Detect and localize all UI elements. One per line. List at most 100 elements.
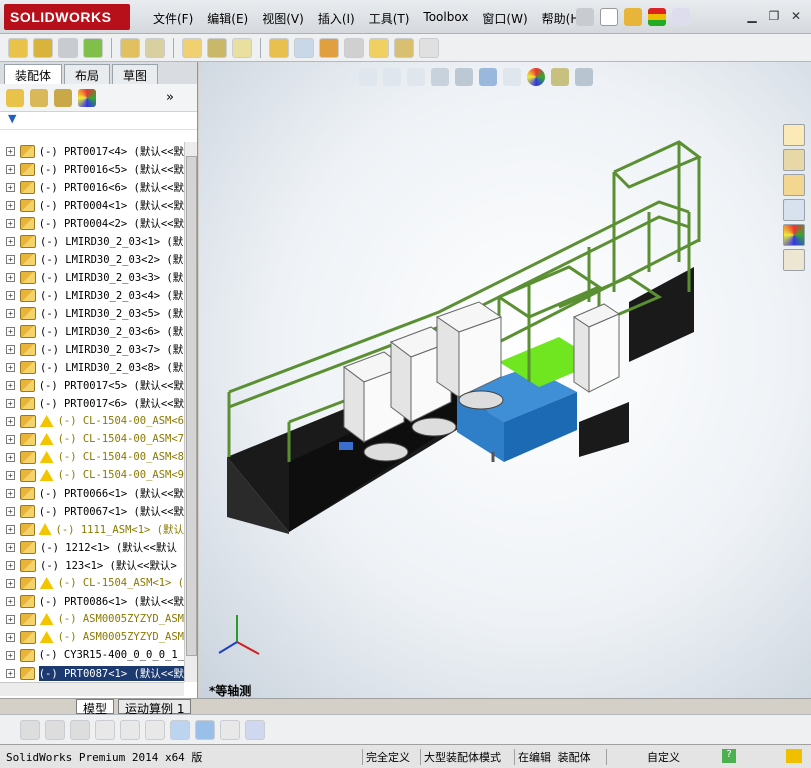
- expand-toggle-icon[interactable]: +: [6, 488, 15, 498]
- expand-toggle-icon[interactable]: +: [6, 542, 15, 552]
- explode-line-icon[interactable]: [344, 37, 364, 58]
- expand-toggle-icon[interactable]: +: [6, 668, 15, 678]
- tree-vertical-scrollbar[interactable]: [184, 142, 197, 682]
- view-palette-icon[interactable]: [783, 199, 805, 221]
- expand-toggle-icon[interactable]: +: [6, 290, 15, 300]
- mate-icon[interactable]: [33, 37, 53, 58]
- tree-item[interactable]: + (-) ASM0005ZYZYD_ASM: [0, 628, 184, 646]
- tree-item[interactable]: + (-) ASM0005ZYZYD_ASM: [0, 610, 184, 628]
- tree-item[interactable]: + (-) CL-1504-00_ASM<7: [0, 430, 184, 448]
- save-icon[interactable]: [245, 719, 265, 740]
- expand-toggle-icon[interactable]: +: [6, 596, 15, 606]
- close-icon[interactable]: ✕: [787, 8, 805, 24]
- menu-tools[interactable]: 工具(T): [362, 10, 417, 27]
- expand-toggle-icon[interactable]: +: [6, 380, 15, 390]
- tree-item[interactable]: + (-) PRT0066<1> (默认<<默: [0, 484, 184, 502]
- new-document-icon[interactable]: [600, 8, 618, 26]
- graphics-viewport[interactable]: *等轴测: [199, 62, 811, 700]
- tree-item[interactable]: + (-) LMIRD30_2_03<2> (默: [0, 250, 184, 268]
- expand-toggle-icon[interactable]: +: [6, 470, 15, 480]
- filter-icon[interactable]: ▼: [8, 112, 16, 125]
- status-units[interactable]: 自定义: [606, 749, 716, 765]
- display-manager-icon[interactable]: [78, 88, 96, 107]
- expand-panel-icon[interactable]: »: [166, 90, 174, 105]
- assembly-features-icon[interactable]: [207, 37, 227, 58]
- tab-model[interactable]: 模型: [76, 699, 115, 716]
- tree-item[interactable]: + (-) LMIRD30_2_03<8> (默: [0, 358, 184, 376]
- open-folder-icon[interactable]: [624, 8, 642, 26]
- feature-manager-icon[interactable]: [6, 88, 24, 107]
- linear-pattern-icon[interactable]: [83, 37, 103, 58]
- expand-toggle-icon[interactable]: +: [6, 200, 15, 210]
- menu-view[interactable]: 视图(V): [255, 10, 311, 27]
- tree-item[interactable]: + (-) CL-1504_ASM<1> (: [0, 574, 184, 592]
- reference-geometry-icon[interactable]: [232, 37, 252, 58]
- expand-toggle-icon[interactable]: +: [6, 434, 15, 444]
- interference-icon[interactable]: [369, 37, 389, 58]
- expand-toggle-icon[interactable]: +: [6, 182, 15, 192]
- cube-view-icon[interactable]: [195, 719, 215, 740]
- paperclip-icon[interactable]: [58, 37, 78, 58]
- smart-fasteners-icon[interactable]: [120, 37, 140, 58]
- home-icon[interactable]: [783, 124, 805, 146]
- tab-sketch[interactable]: 草图: [112, 64, 159, 84]
- tree-item[interactable]: + (-) PRT0087<1> (默认<<默: [0, 664, 184, 682]
- expand-toggle-icon[interactable]: +: [6, 560, 15, 570]
- list-icon[interactable]: [95, 719, 115, 740]
- motion-tool-icon[interactable]: [45, 719, 65, 740]
- tree-item[interactable]: + (-) PRT0016<6> (默认<<默: [0, 178, 184, 196]
- expand-toggle-icon[interactable]: +: [6, 578, 15, 588]
- help-badge-icon[interactable]: ?: [722, 749, 736, 763]
- show-hidden-icon[interactable]: [182, 37, 202, 58]
- exploded-view-icon[interactable]: [319, 37, 339, 58]
- tree-item[interactable]: + (-) LMIRD30_2_03<1> (默: [0, 232, 184, 250]
- help-icon[interactable]: [672, 8, 690, 26]
- rebuild-light-icon[interactable]: [648, 8, 666, 26]
- expand-toggle-icon[interactable]: +: [6, 650, 15, 660]
- pin-icon[interactable]: [576, 8, 594, 26]
- custom-properties-icon[interactable]: [783, 249, 805, 271]
- tree-item[interactable]: + (-) PRT0067<1> (默认<<默: [0, 502, 184, 520]
- expand-toggle-icon[interactable]: +: [6, 164, 15, 174]
- expand-toggle-icon[interactable]: +: [6, 218, 15, 228]
- appearances-icon[interactable]: [783, 224, 805, 246]
- tag-icon[interactable]: [786, 749, 802, 763]
- link-icon[interactable]: [145, 719, 165, 740]
- property-manager-icon[interactable]: [30, 88, 48, 107]
- configuration-manager-icon[interactable]: [54, 88, 72, 107]
- motion-tool-icon[interactable]: [20, 719, 40, 740]
- tree-item[interactable]: + (-) 1212<1> (默认<<默认: [0, 538, 184, 556]
- layout-icon[interactable]: [170, 719, 190, 740]
- tree-item[interactable]: + (-) PRT0004<1> (默认<<默: [0, 196, 184, 214]
- tree-item[interactable]: + (-) PRT0016<5> (默认<<默: [0, 160, 184, 178]
- motion-tool-icon[interactable]: [70, 719, 90, 740]
- expand-toggle-icon[interactable]: +: [6, 344, 15, 354]
- new-motion-study-icon[interactable]: [269, 37, 289, 58]
- tree-item[interactable]: + (-) PRT0017<6> (默认<<默: [0, 394, 184, 412]
- expand-toggle-icon[interactable]: +: [6, 254, 15, 264]
- tree-item[interactable]: + (-) 123<1> (默认<<默认>: [0, 556, 184, 574]
- tree-item[interactable]: + (-) PRT0004<2> (默认<<默: [0, 214, 184, 232]
- tree-item[interactable]: + (-) LMIRD30_2_03<7> (默: [0, 340, 184, 358]
- tree-item[interactable]: + (-) CY3R15-400_0_0_0_1_: [0, 646, 184, 664]
- expand-toggle-icon[interactable]: +: [6, 398, 15, 408]
- minimize-icon[interactable]: ▁: [743, 8, 761, 24]
- scrollbar-thumb[interactable]: [186, 156, 197, 656]
- tree-item[interactable]: + (-) LMIRD30_2_03<6> (默: [0, 322, 184, 340]
- move-component-icon[interactable]: [145, 37, 165, 58]
- tree-item[interactable]: + (-) PRT0017<4> (默认<<默: [0, 142, 184, 160]
- tree-horizontal-scrollbar[interactable]: [0, 682, 184, 696]
- grid-icon[interactable]: [120, 719, 140, 740]
- insert-component-icon[interactable]: [8, 37, 28, 58]
- file-explorer-icon[interactable]: [783, 174, 805, 196]
- expand-toggle-icon[interactable]: +: [6, 416, 15, 426]
- tree-item[interactable]: + (-) CL-1504-00_ASM<8: [0, 448, 184, 466]
- expand-toggle-icon[interactable]: +: [6, 146, 15, 156]
- expand-toggle-icon[interactable]: +: [6, 524, 15, 534]
- tab-assembly[interactable]: 装配体: [4, 64, 63, 84]
- filter-row[interactable]: ▼: [0, 112, 197, 130]
- expand-toggle-icon[interactable]: +: [6, 362, 15, 372]
- expand-toggle-icon[interactable]: +: [6, 272, 15, 282]
- clearance-icon[interactable]: [394, 37, 414, 58]
- tree-item[interactable]: + (-) PRT0086<1> (默认<<默: [0, 592, 184, 610]
